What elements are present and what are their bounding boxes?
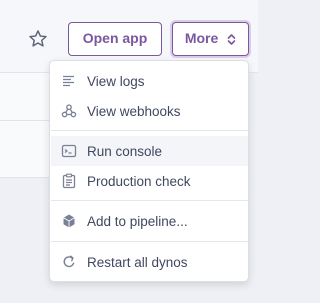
console-icon xyxy=(61,144,77,158)
menu-separator xyxy=(51,130,248,131)
webhooks-icon xyxy=(61,104,77,118)
open-app-button[interactable]: Open app xyxy=(68,22,162,56)
menu-item-view-webhooks[interactable]: View webhooks xyxy=(51,96,248,126)
clipboard-icon xyxy=(62,173,76,189)
menu-item-restart-all-dynos[interactable]: Restart all dynos xyxy=(51,247,248,277)
pipeline-icon xyxy=(63,214,75,228)
star-icon[interactable] xyxy=(27,28,49,50)
menu-item-label: Restart all dynos xyxy=(87,254,188,270)
more-button[interactable]: More xyxy=(172,22,249,56)
menu-item-view-logs[interactable]: View logs xyxy=(51,66,248,96)
menu-item-add-to-pipeline[interactable]: Add to pipeline... xyxy=(51,206,248,236)
menu-item-label: View logs xyxy=(87,73,145,89)
menu-item-run-console[interactable]: Run console xyxy=(51,136,248,166)
more-button-label: More xyxy=(184,30,219,46)
menu-separator xyxy=(51,200,248,201)
menu-item-label: Production check xyxy=(87,173,191,189)
logs-icon xyxy=(63,75,74,87)
chevron-updown-icon xyxy=(227,33,236,45)
restart-icon xyxy=(63,255,75,268)
menu-item-label: View webhooks xyxy=(87,103,181,119)
more-dropdown-menu: View logs View webhooks Run console Prod… xyxy=(49,60,249,282)
menu-item-production-check[interactable]: Production check xyxy=(51,166,248,196)
menu-item-label: Add to pipeline... xyxy=(87,213,188,229)
menu-item-label: Run console xyxy=(87,143,163,159)
menu-separator xyxy=(51,241,248,242)
